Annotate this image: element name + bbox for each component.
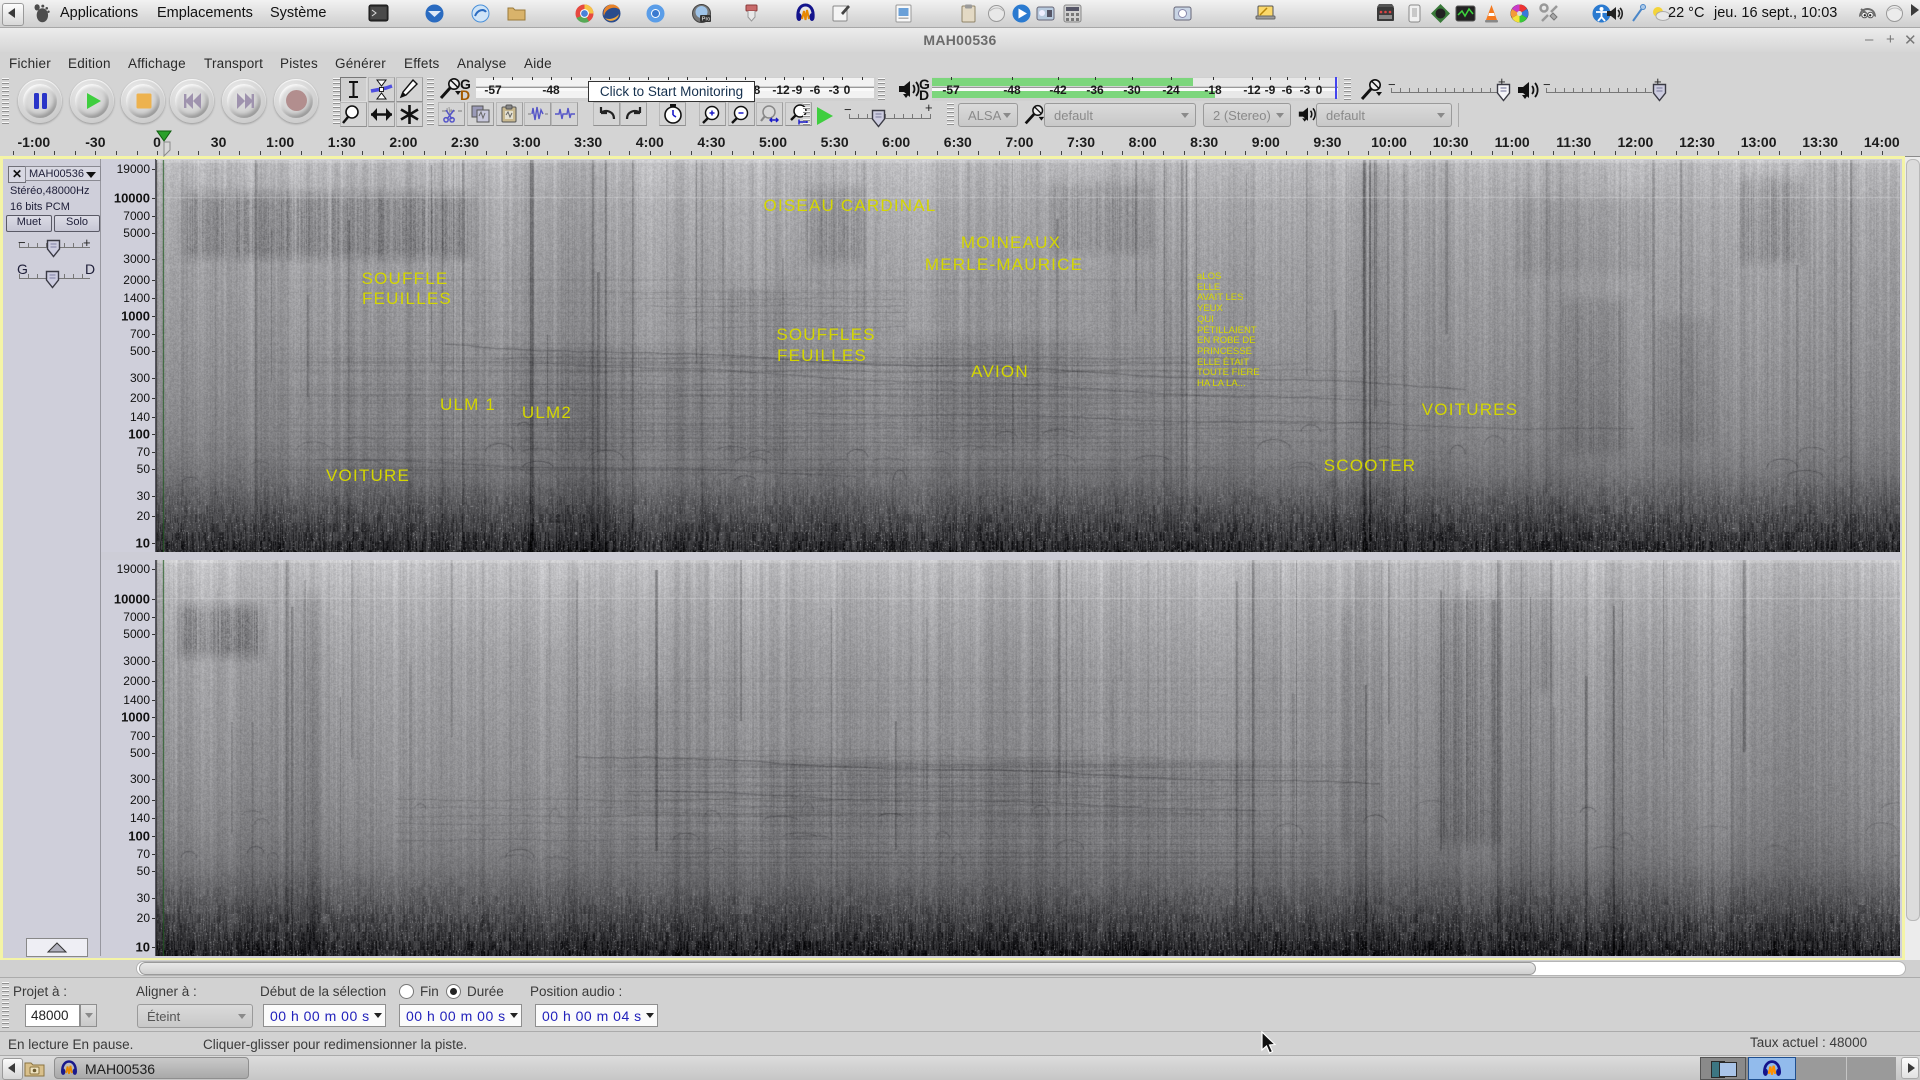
svg-text:Pro: Pro	[702, 17, 711, 23]
